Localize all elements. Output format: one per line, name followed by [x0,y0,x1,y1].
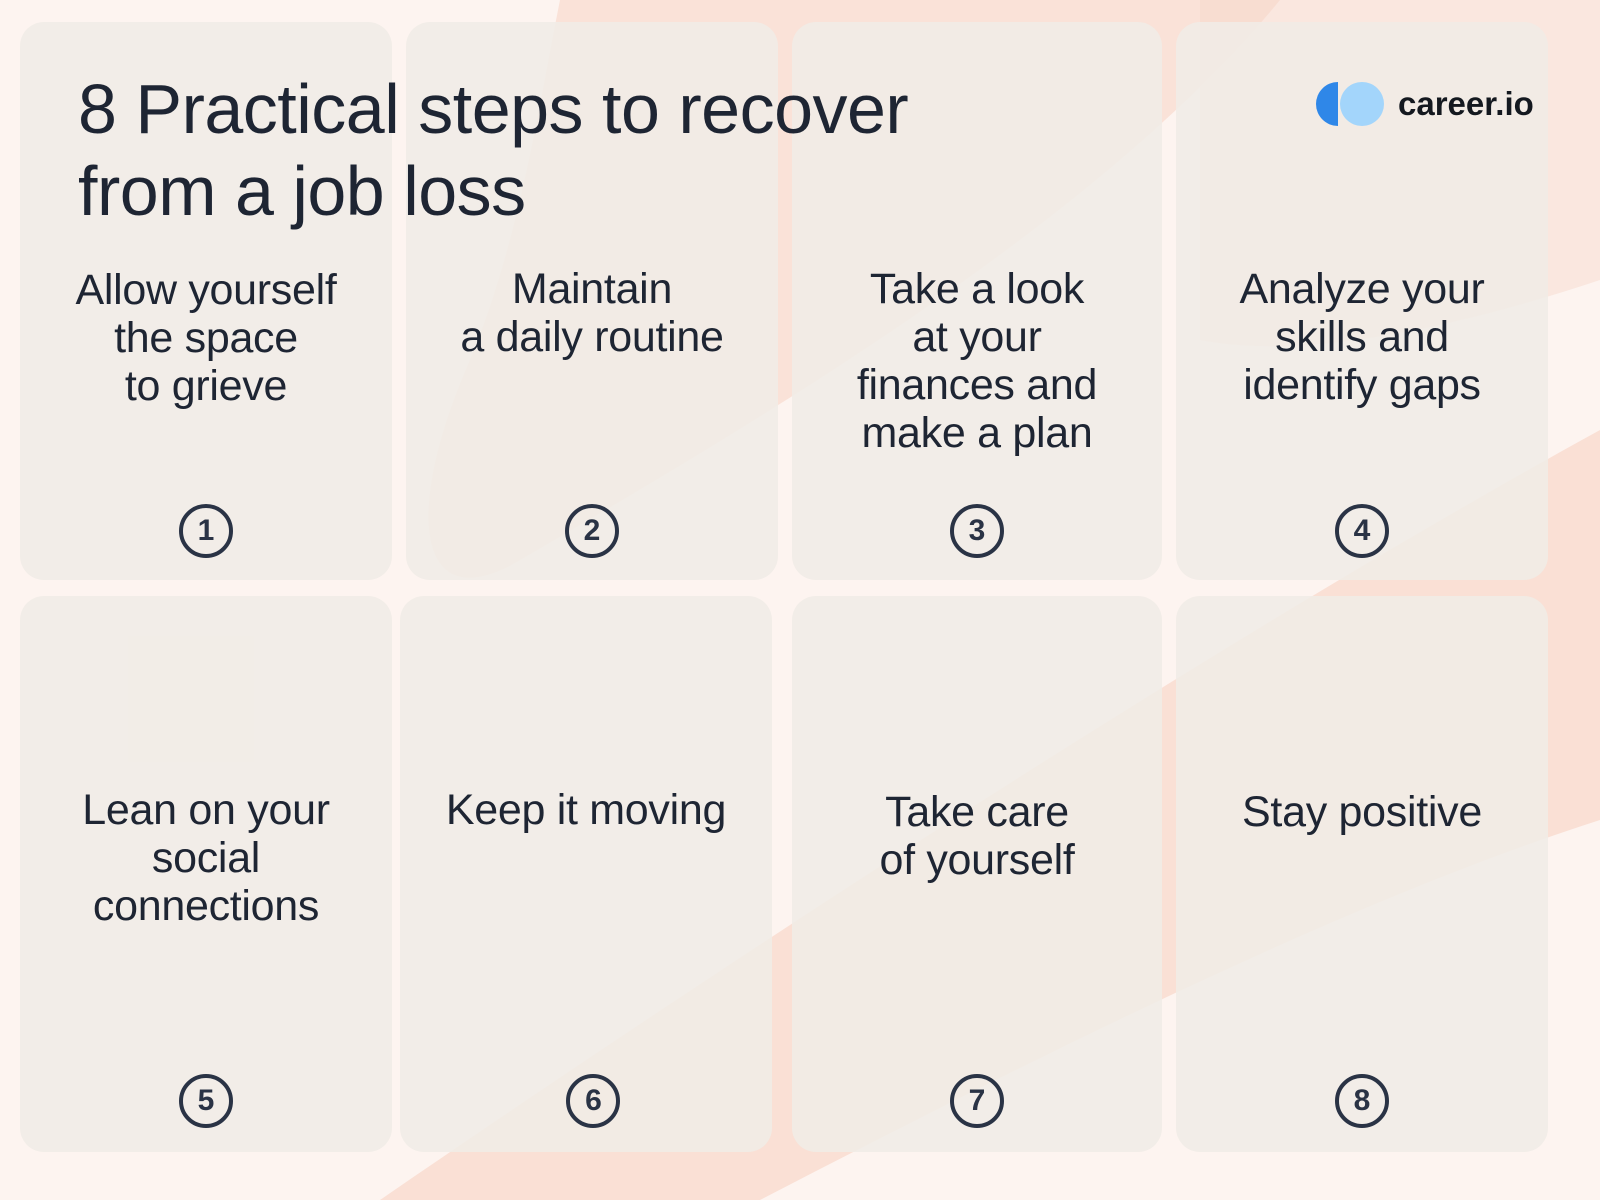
step-label: Keep it moving [445,786,727,834]
step-number-badge: 5 [179,1074,233,1128]
step-number-badge: 2 [565,504,619,558]
step-label: Take care of yourself [879,788,1075,884]
career-io-logo-icon [1316,82,1386,126]
step-label: Analyze your skills and identify gaps [1239,265,1485,409]
step-number-badge: 6 [566,1074,621,1128]
step-label: Take a look at your finances and make a … [856,265,1098,457]
step-label: Maintain a daily routine [460,265,724,361]
step-number-badge: 3 [950,504,1004,558]
step-label: Stay positive [1242,788,1482,836]
step-label: Lean on your social connections [82,786,330,930]
step-number-badge: 7 [950,1074,1004,1128]
brand-logo: career.io [1316,82,1534,126]
step-number-badge: 4 [1335,504,1389,558]
brand-name: career.io [1398,85,1534,122]
step-card-5: Lean on your social connections 5 [20,596,392,1152]
step-card-8: Stay positive 8 [1176,596,1548,1152]
step-card-6: Keep it moving 6 [400,596,772,1152]
step-number-badge: 8 [1335,1074,1389,1128]
step-card-7: Take care of yourself 7 [792,596,1162,1152]
page-title: 8 Practical steps to recover from a job … [78,70,909,230]
step-number-badge: 1 [179,504,233,558]
step-label: Allow yourself the space to grieve [75,266,337,410]
